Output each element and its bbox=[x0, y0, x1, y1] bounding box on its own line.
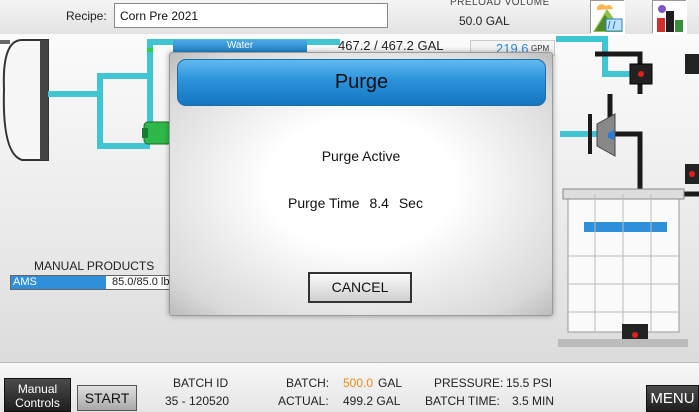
water-volume-readout: 467.2 / 467.2 GAL bbox=[338, 38, 444, 53]
recipe-field[interactable]: Corn Pre 2021 bbox=[114, 3, 388, 28]
purge-dialog: Purge Purge Active Purge Time 8.4 Sec CA… bbox=[169, 52, 553, 316]
recipe-label: Recipe: bbox=[66, 9, 107, 23]
batch-id-label: BATCH ID bbox=[173, 376, 229, 390]
manual-products-title: MANUAL PRODUCTS bbox=[34, 259, 155, 273]
manual-controls-line2: Controls bbox=[15, 396, 60, 410]
pressure-label: PRESSURE: bbox=[434, 376, 504, 390]
batch-unit: GAL bbox=[378, 376, 403, 390]
purge-dialog-title: Purge bbox=[334, 71, 389, 93]
manual-controls-button[interactable]: Manual Controls bbox=[4, 378, 71, 412]
chemistry-icon[interactable] bbox=[652, 0, 687, 34]
purge-status: Purge Active bbox=[321, 148, 401, 164]
purge-time-unit: Sec bbox=[398, 195, 423, 211]
bottom-bar: Manual Controls START BATCH ID 35 - 1205… bbox=[0, 362, 699, 412]
start-button[interactable]: START bbox=[77, 385, 137, 411]
preload-volume-value: 50.0 GAL bbox=[459, 14, 510, 28]
menu-button[interactable]: MENU bbox=[646, 385, 699, 412]
batch-time-value: 3.5 MIN bbox=[512, 394, 555, 408]
purge-time: Purge Time 8.4 Sec bbox=[288, 195, 429, 211]
batch-label: BATCH: bbox=[286, 376, 330, 390]
actual-value: 499.2 GAL bbox=[343, 394, 401, 408]
purge-time-label: Purge Time bbox=[288, 195, 360, 211]
manual-product-name: AMS bbox=[13, 276, 37, 288]
manual-product-value: 85.0/85.0 lbs bbox=[112, 276, 175, 288]
top-bar: Recipe: Corn Pre 2021 PRELOAD VOLUME 50.… bbox=[0, 0, 699, 34]
actual-label: ACTUAL: bbox=[278, 394, 329, 408]
manual-product-row[interactable]: AMS 85.0/85.0 lbs bbox=[10, 275, 175, 290]
batch-time-label: BATCH TIME: bbox=[425, 394, 500, 408]
manual-controls-line1: Manual bbox=[17, 382, 58, 396]
purge-dialog-header: Purge bbox=[177, 59, 546, 106]
batch-id-value: 35 - 120520 bbox=[165, 394, 230, 408]
pressure-value: 15.5 PSI bbox=[506, 376, 553, 390]
purge-time-value: 8.4 bbox=[369, 195, 389, 211]
preload-volume-label: PRELOAD VOLUME bbox=[450, 0, 550, 8]
field-weather-icon[interactable] bbox=[590, 0, 625, 34]
cancel-button[interactable]: CANCEL bbox=[308, 272, 412, 303]
batch-value: 500.0 bbox=[343, 376, 374, 390]
